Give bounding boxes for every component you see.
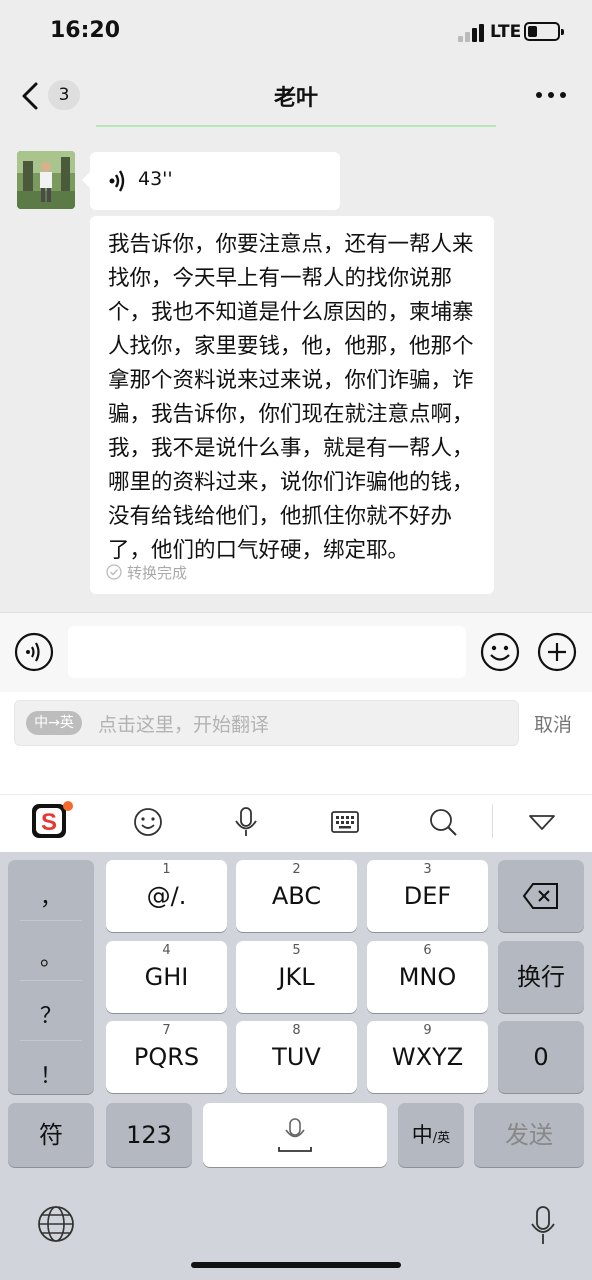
punct-divider [20,980,82,981]
send-key[interactable]: 发送 [474,1103,584,1167]
punct-key-comma[interactable]: ， [8,880,94,912]
numbers-key[interactable]: 123 [106,1103,192,1167]
voice-wave-icon [108,168,130,194]
space-mic-icon [278,1118,312,1152]
keyboard-toolbar [0,794,592,852]
cancel-translate-button[interactable]: 取消 [534,710,572,737]
translate-direction-pill[interactable]: 中→英 [26,711,82,735]
punct-key-period[interactable]: 。 [8,940,94,972]
punct-key-question[interactable]: ？ [8,998,94,1030]
status-time: 16:20 [50,18,121,43]
toolbar-divider [492,804,493,838]
voice-input-button[interactable] [14,632,54,672]
svg-text:S: S [41,809,57,836]
voice-icon [14,632,54,672]
space-key[interactable] [203,1103,387,1167]
punct-key-exclaim[interactable]: ！ [8,1058,94,1090]
transcript-status: 转换完成 [127,564,188,582]
punct-divider [20,1040,82,1041]
keyboard-icon[interactable] [327,804,363,840]
transcript-text: 我告诉你，你要注意点，还有一帮人来找你，今天早上有一帮人的找你说那个，我也不知道… [108,232,474,563]
key-6[interactable]: 6 MNO [367,941,488,1013]
translate-placeholder: 点击这里，开始翻译 [98,714,270,736]
key-2[interactable]: 2 ABC [236,860,357,932]
backspace-icon [522,883,558,909]
chat-title: 老叶 [273,86,318,111]
more-options-icon[interactable] [536,92,566,100]
microphone-icon[interactable] [228,804,264,840]
dictation-icon[interactable] [528,1204,558,1248]
newline-key[interactable]: 换行 [498,941,584,1013]
plus-icon [537,632,577,672]
check-icon [106,564,122,580]
network-label: LTE [490,22,522,42]
home-indicator [191,1262,401,1268]
avatar[interactable] [17,151,75,209]
signal-icon [458,24,486,42]
key-1[interactable]: 1 @/. [106,860,227,932]
emoji-keyboard-icon[interactable] [130,804,166,840]
sogou-logo-icon[interactable]: S [30,800,74,844]
punct-divider [20,920,82,921]
emoji-button[interactable] [480,632,520,672]
key-3[interactable]: 3 DEF [367,860,488,932]
key-8[interactable]: 8 TUV [236,1021,357,1093]
smiley-icon [480,632,520,672]
key-4[interactable]: 4 GHI [106,941,227,1013]
key-5[interactable]: 5 JKL [236,941,357,1013]
symbols-key[interactable]: 符 [8,1103,94,1167]
language-switch-key[interactable]: 中/英 [398,1103,464,1167]
globe-icon[interactable] [36,1204,76,1244]
nav-divider [96,125,496,127]
message-input[interactable] [68,626,466,678]
more-functions-button[interactable] [537,632,577,672]
key-0[interactable]: 0 [498,1021,584,1093]
collapse-keyboard-icon[interactable] [524,804,560,840]
search-icon[interactable] [425,804,461,840]
key-9[interactable]: 9 WXYZ [367,1021,488,1093]
backspace-key[interactable] [498,860,584,932]
key-7[interactable]: 7 PQRS [106,1021,227,1093]
voice-duration: 43'' [138,168,173,190]
battery-icon [524,22,564,41]
